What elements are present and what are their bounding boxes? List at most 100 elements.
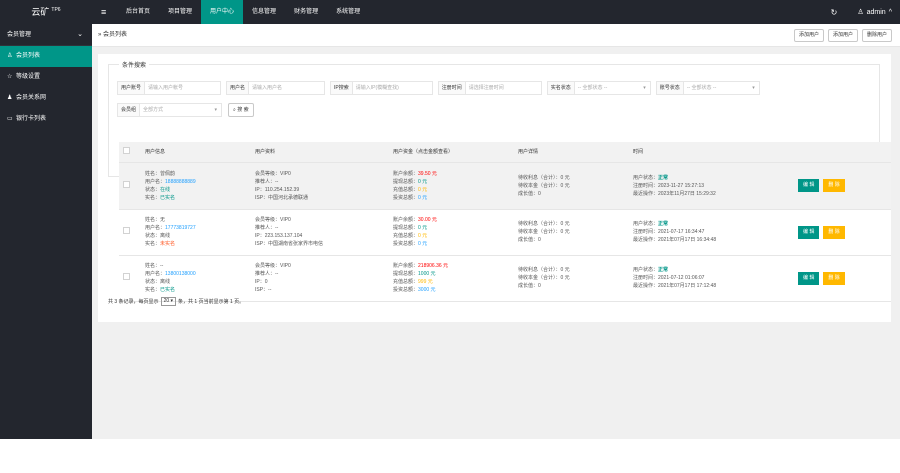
realname-status-select[interactable]: -- 全部状态 -- ▾ bbox=[574, 81, 651, 95]
header-user-profile: 用户资料 bbox=[251, 142, 389, 163]
delete-button[interactable]: 删 除 bbox=[823, 225, 845, 239]
recharge-value[interactable]: 0 元 bbox=[418, 187, 427, 193]
chevron-down-icon: ▾ bbox=[214, 107, 218, 113]
admin-username[interactable]: admin bbox=[867, 9, 886, 16]
sidebar-item-member-list[interactable]: ♙ 会员列表 bbox=[0, 46, 92, 67]
ip-input[interactable]: 请输入IP(模糊查找) bbox=[352, 81, 433, 95]
sidebar: 会员管理 ⌄ ♙ 会员列表 ☆ 等级设置 ♟ 会员关系网 ▭ 银行卡列表 bbox=[0, 24, 92, 439]
filter-label-account: 用户账号 bbox=[117, 81, 146, 95]
withdraw-value[interactable]: 1000 元 bbox=[418, 271, 436, 277]
delete-button[interactable]: 删 除 bbox=[823, 271, 845, 285]
sidebar-item-level-settings[interactable]: ☆ 等级设置 bbox=[0, 67, 92, 88]
user-status: 正常 bbox=[658, 267, 669, 273]
user-icon: ♙ bbox=[7, 53, 13, 59]
withdraw-value[interactable]: 0 元 bbox=[418, 225, 427, 231]
time-cell: 用户状态：正常 注册时间：2023-11-27 15:27:13 最近操作：20… bbox=[629, 162, 794, 210]
delete-user-button[interactable]: 删除用户 bbox=[861, 29, 892, 42]
user-status: 正常 bbox=[658, 221, 669, 227]
add-user-button-2[interactable]: 添加用户 bbox=[827, 29, 858, 42]
filter-label-regtime: 注册时间 bbox=[437, 81, 466, 95]
edit-button[interactable]: 编 辑 bbox=[798, 271, 820, 285]
search-button[interactable]: ⌕ 搜 索 bbox=[228, 103, 254, 117]
star-icon: ☆ bbox=[7, 74, 13, 80]
nav-item-finance[interactable]: 财务管理 bbox=[285, 0, 327, 24]
invest-value[interactable]: 3000 元 bbox=[418, 287, 436, 293]
invest-value[interactable]: 0 元 bbox=[418, 241, 427, 247]
per-page-select[interactable]: 20 ▾ bbox=[160, 297, 177, 306]
balance-value[interactable]: 218906.36 元 bbox=[418, 263, 448, 269]
username-input[interactable]: 请输入用户名 bbox=[249, 81, 326, 95]
nav-item-projects[interactable]: 项目管理 bbox=[159, 0, 201, 24]
nav-item-info[interactable]: 信息管理 bbox=[243, 0, 285, 24]
user-funds-cell: 账户余额：218906.36 元 提现总额：1000 元 充值总额：999 元 … bbox=[389, 255, 514, 302]
chevron-down-icon: ⌄ bbox=[77, 31, 83, 38]
row-checkbox-cell bbox=[119, 209, 141, 256]
edit-button[interactable]: 编 辑 bbox=[798, 179, 820, 192]
main-card: 条件搜索 用户账号 请输入用户帐号 用户名 请输入用户名 IP搜索 请输入IP(… bbox=[98, 54, 891, 322]
member-group-select[interactable]: 全部方式 ▾ bbox=[140, 103, 223, 117]
user-profile-cell: 会员等级：VIP0 推荐人：-- IP：110.254.152.39 ISP：中… bbox=[251, 162, 389, 210]
pagination: 共 3 条记录，每页显示 20 ▾ 条，共 1 页当前显示第 1 页。 bbox=[108, 297, 245, 306]
add-user-button[interactable]: 添加用户 bbox=[793, 29, 824, 42]
row-checkbox[interactable] bbox=[123, 273, 130, 280]
user-funds-cell: 账户余额：30.00 元 提现总额：0 元 充值总额：0 元 投资总额：0 元 bbox=[389, 209, 514, 256]
chevron-up-icon[interactable]: ^ bbox=[889, 9, 892, 16]
nav-item-user-center[interactable]: 用户中心 bbox=[201, 0, 244, 24]
username-link[interactable]: 18888888889 bbox=[165, 179, 196, 185]
filter-label-account-status: 账号状态 bbox=[655, 81, 684, 95]
table-header-row: 用户信息 用户资料 用户资金（点击金额查看） 用户详情 时间 bbox=[119, 142, 891, 163]
refresh-icon[interactable]: ↻ bbox=[831, 8, 838, 17]
balance-value[interactable]: 30.00 元 bbox=[418, 217, 437, 223]
account-status-select[interactable]: -- 全部状态 -- ▾ bbox=[683, 81, 760, 95]
account-input[interactable]: 请输入用户帐号 bbox=[145, 81, 222, 95]
user-info-cell: 姓名：-- 用户名：13800138000 状态：离线 实名：已实名 bbox=[141, 255, 251, 302]
filter-label-group: 会员组 bbox=[117, 103, 141, 117]
edit-button[interactable]: 编 辑 bbox=[798, 225, 820, 239]
user-details-cell: 待收利息（合计）：0 元 待收本金（合计）：0 元 成长值：0 bbox=[514, 255, 629, 302]
sidebar-item-member-network[interactable]: ♟ 会员关系网 bbox=[0, 88, 92, 109]
search-fieldset: 条件搜索 用户账号 请输入用户帐号 用户名 请输入用户名 IP搜索 请输入IP(… bbox=[108, 60, 891, 302]
delete-button[interactable]: 删 除 bbox=[823, 179, 845, 192]
header-user-funds: 用户资金（点击金额查看） bbox=[389, 142, 514, 163]
filter-label-username: 用户名 bbox=[226, 81, 250, 95]
app-logo[interactable]: 云矿 TP6 bbox=[0, 0, 92, 24]
card-icon: ▭ bbox=[7, 116, 13, 122]
user-details-cell: 待收利息（合计）：0 元 待收本金（合计）：0 元 成长值：0 bbox=[514, 209, 629, 256]
realname-status: 已实名 bbox=[160, 194, 176, 201]
menu-toggle-icon[interactable]: ≡ bbox=[101, 0, 106, 24]
realname-status: 未实名 bbox=[160, 241, 176, 247]
username-link[interactable]: 13800138000 bbox=[165, 271, 196, 277]
nav-item-home[interactable]: 后台首页 bbox=[117, 0, 159, 24]
top-navbar: 云矿 TP6 ≡ 后台首页 项目管理 用户中心 信息管理 财务管理 系统管理 ↻ … bbox=[0, 0, 900, 24]
user-status: 正常 bbox=[658, 174, 669, 181]
filter-row-2: 会员组 全部方式 ▾ ⌕ 搜 索 bbox=[117, 103, 254, 117]
invest-value[interactable]: 0 元 bbox=[418, 195, 427, 201]
user-profile-cell: 会员等级：VIP0 推荐人：-- IP：223.153.137.104 ISP：… bbox=[251, 209, 389, 256]
select-all-checkbox[interactable] bbox=[123, 147, 130, 155]
balance-value[interactable]: 39.50 元 bbox=[418, 171, 437, 177]
actions-cell: 编 辑删 除 bbox=[794, 162, 891, 210]
online-status: 离线 bbox=[160, 279, 171, 285]
row-checkbox[interactable] bbox=[123, 227, 130, 234]
sidebar-edge-tab[interactable] bbox=[0, 345, 5, 359]
actions-cell: 编 辑删 除 bbox=[794, 255, 891, 302]
row-checkbox-cell bbox=[119, 255, 141, 302]
recharge-value[interactable]: 999 元 bbox=[418, 279, 433, 285]
header-user-info: 用户信息 bbox=[141, 142, 251, 163]
user-funds-cell: 账户余额：39.50 元 提现总额：0 元 充值总额：0 元 投资总额：0 元 bbox=[389, 162, 514, 210]
username-link[interactable]: 17773819727 bbox=[165, 225, 196, 231]
regtime-input[interactable]: 请选择注册时间 bbox=[465, 81, 542, 95]
realname-status: 已实名 bbox=[160, 287, 176, 293]
filter-label-realname: 实名状态 bbox=[546, 81, 575, 95]
member-table: 用户信息 用户资料 用户资金（点击金额查看） 用户详情 时间 姓名：曾佩韵 用户… bbox=[119, 142, 891, 302]
user-details-cell: 待收利息（合计）：0 元 待收本金（合计）：0 元 成长值：0 bbox=[514, 162, 629, 210]
sidebar-item-bank-cards[interactable]: ▭ 银行卡列表 bbox=[0, 109, 92, 130]
row-checkbox-cell bbox=[119, 162, 141, 210]
row-checkbox[interactable] bbox=[123, 180, 130, 188]
recharge-value[interactable]: 0 元 bbox=[418, 233, 427, 239]
breadcrumb: » 会员列表 bbox=[98, 32, 128, 38]
sidebar-group-members[interactable]: 会员管理 ⌄ bbox=[0, 24, 92, 46]
nav-item-system[interactable]: 系统管理 bbox=[327, 0, 369, 24]
filter-row-1: 用户账号 请输入用户帐号 用户名 请输入用户名 IP搜索 请输入IP(模糊查找)… bbox=[117, 81, 765, 95]
withdraw-value[interactable]: 0 元 bbox=[418, 179, 427, 185]
